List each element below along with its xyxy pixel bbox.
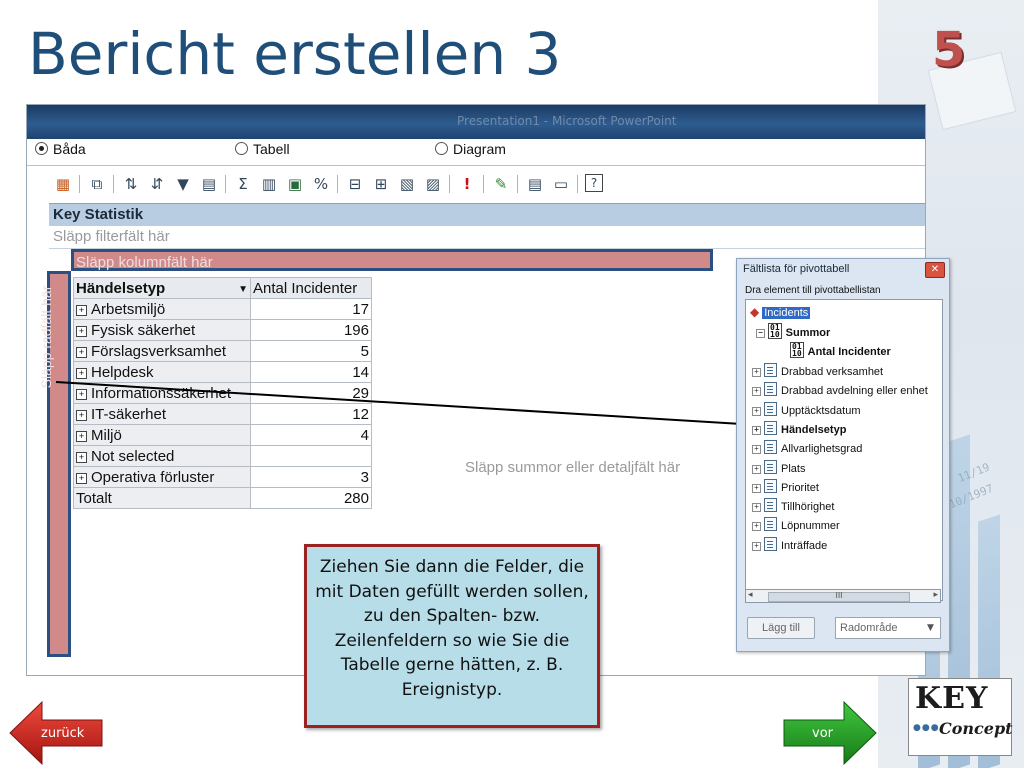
summary-field-label: Antal Incidenter: [807, 346, 891, 358]
expand-icon[interactable]: +: [752, 522, 761, 532]
logo-word-concept: Concept: [939, 719, 1013, 738]
expand-icon[interactable]: +: [752, 425, 761, 435]
area-select[interactable]: Radområde: [835, 617, 941, 639]
collapse-icon[interactable]: −: [756, 329, 765, 338]
horizontal-scrollbar[interactable]: ◂ III ▸: [745, 589, 941, 603]
scrollbar-thumb[interactable]: III: [768, 592, 910, 602]
field-list-item[interactable]: + Plats: [752, 459, 806, 476]
summary-icon: 01 10: [768, 323, 782, 339]
expand-icon[interactable]: +: [752, 445, 761, 455]
tree-root-label: Incidents: [762, 307, 811, 319]
field-list-item[interactable]: + Händelsetyp: [752, 420, 847, 437]
field-tree: ◆ Incidents −01 10 Summor 01 10 Antal Inciden…: [745, 299, 943, 601]
scroll-right-icon[interactable]: ▸: [933, 590, 938, 600]
field-icon: [764, 459, 777, 474]
field-icon: [764, 363, 777, 377]
logo-word-key: KEY: [915, 681, 989, 716]
instruction-callout: Ziehen Sie dann die Felder, die mit Date…: [304, 544, 600, 728]
field-list-item[interactable]: + Upptäcktsdatum: [752, 401, 861, 418]
field-icon: [764, 498, 777, 513]
field-list-item[interactable]: + Drabbad avdelning eller enhet: [752, 382, 928, 398]
field-label: Inträffade: [781, 539, 828, 552]
field-list-item[interactable]: + Tillhörighet: [752, 498, 834, 514]
field-label: Upptäcktsdatum: [781, 404, 861, 417]
logo-dots-icon: ●●●: [913, 723, 940, 733]
field-list-item[interactable]: + Drabbad verksamhet: [752, 363, 883, 379]
field-label: Tillhörighet: [781, 501, 835, 514]
callout-text: Ziehen Sie dann die Felder, die mit Date…: [315, 557, 589, 700]
field-icon: [764, 401, 777, 416]
expand-icon[interactable]: +: [752, 387, 761, 397]
field-list-subtitle: Dra element till pivottabellistan: [745, 285, 881, 296]
field-icon: [764, 517, 777, 532]
field-label: Plats: [781, 462, 806, 475]
field-label: Händelsetyp: [781, 423, 847, 436]
next-button-label: vor: [812, 726, 833, 741]
field-label: Prioritet: [781, 481, 819, 494]
expand-icon[interactable]: +: [752, 541, 761, 551]
expand-icon[interactable]: +: [752, 503, 761, 513]
expand-icon[interactable]: +: [752, 483, 761, 493]
field-list-item[interactable]: + Inträffade: [752, 536, 828, 553]
field-list-title: Fältlista för pivottabell: [743, 263, 850, 275]
chevron-down-icon[interactable]: ▼: [927, 623, 934, 633]
field-label: Drabbad avdelning eller enhet: [781, 385, 928, 398]
scroll-left-icon[interactable]: ◂: [748, 590, 753, 600]
field-list-item[interactable]: + Prioritet: [752, 478, 819, 495]
field-icon: [764, 382, 777, 397]
field-icon: [764, 420, 777, 435]
expand-icon[interactable]: +: [752, 406, 761, 416]
field-label: Drabbad verksamhet: [781, 366, 884, 378]
field-icon: [764, 478, 777, 493]
add-to-button[interactable]: Lägg till: [747, 617, 815, 639]
field-list-item[interactable]: + Löpnummer: [752, 517, 840, 533]
arrow-line: [55, 381, 762, 435]
close-icon[interactable]: ✕: [925, 262, 945, 278]
field-label: Löpnummer: [781, 520, 840, 533]
key-concept-logo: KEY ●●● Concept: [908, 678, 1013, 756]
tree-summary-field[interactable]: 01 10 Antal Incidenter: [790, 342, 891, 358]
field-label: Allvarlighetsgrad: [781, 443, 863, 456]
field-list-item[interactable]: + Allvarlighetsgrad: [752, 440, 862, 456]
expand-icon[interactable]: +: [752, 464, 761, 474]
back-button-label: zurück: [41, 726, 85, 741]
tree-root[interactable]: ◆ Incidents: [750, 304, 811, 320]
field-icon: [764, 440, 777, 455]
field-icon: [764, 536, 777, 551]
summary-icon: 01 10: [790, 342, 804, 358]
summary-group-label: Summor: [785, 327, 831, 339]
expand-icon[interactable]: +: [752, 368, 761, 377]
cube-icon: ◆: [750, 305, 760, 319]
pivot-field-list-panel: Fältlista för pivottabell ✕ Dra element …: [736, 258, 950, 652]
tree-summary-group[interactable]: −01 10 Summor: [756, 323, 830, 339]
